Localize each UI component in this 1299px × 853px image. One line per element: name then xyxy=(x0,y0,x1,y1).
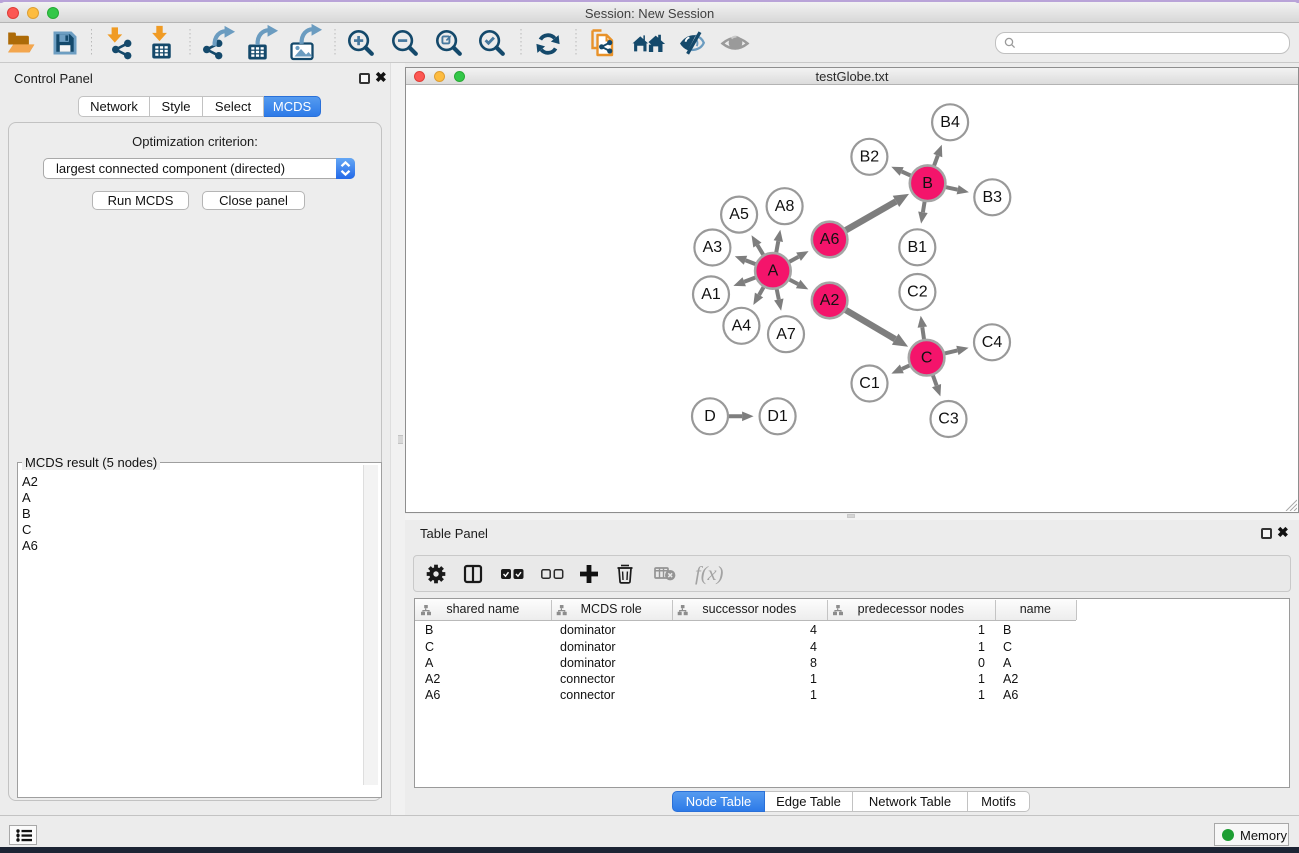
svg-text:A6: A6 xyxy=(820,231,840,248)
svg-text:A2: A2 xyxy=(820,292,840,309)
svg-text:f(x): f(x) xyxy=(695,563,724,585)
svg-text:A1: A1 xyxy=(701,286,721,303)
svg-text:C4: C4 xyxy=(982,334,1003,351)
svg-text:D1: D1 xyxy=(767,408,788,425)
svg-text:D: D xyxy=(704,408,716,425)
svg-text:B2: B2 xyxy=(860,148,880,165)
svg-text:C: C xyxy=(921,349,933,366)
svg-text:C1: C1 xyxy=(859,375,880,392)
svg-text:A5: A5 xyxy=(729,206,749,223)
svg-text:C2: C2 xyxy=(907,284,928,301)
svg-text:A4: A4 xyxy=(732,317,752,334)
svg-text:A3: A3 xyxy=(703,239,723,256)
svg-text:A8: A8 xyxy=(775,198,795,215)
svg-text:A7: A7 xyxy=(776,326,796,343)
svg-text:A: A xyxy=(768,263,779,280)
svg-text:B4: B4 xyxy=(940,114,960,131)
svg-text:B: B xyxy=(922,175,933,192)
svg-text:B1: B1 xyxy=(908,239,928,256)
svg-text:B3: B3 xyxy=(983,189,1003,206)
svg-text:C3: C3 xyxy=(938,411,959,428)
